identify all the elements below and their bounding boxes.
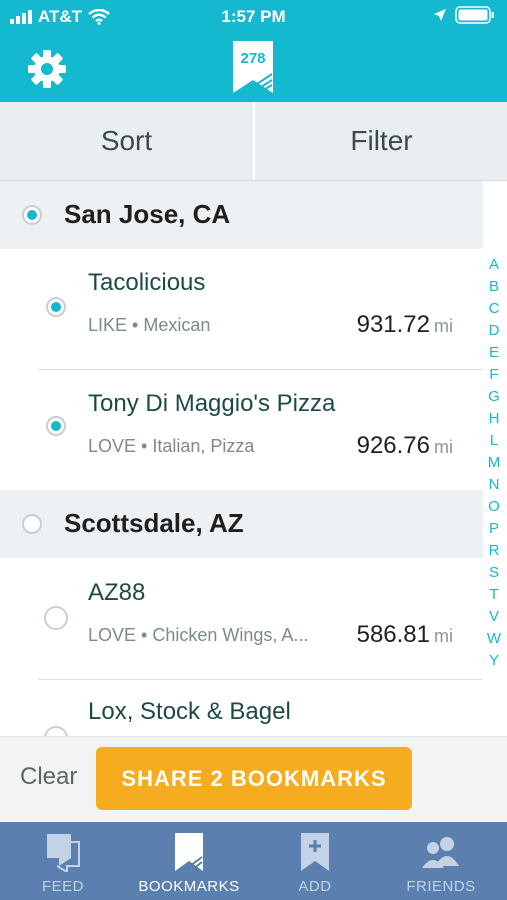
index-letter[interactable]: S [485,562,503,584]
index-letter[interactable]: B [485,276,503,298]
sort-filter-bar: Sort Filter [0,102,507,181]
alphabet-index[interactable]: ABCDEFGHLMNOPRSTVWY [485,254,503,672]
distance-value: 586.81 [356,621,430,648]
tab-label: BOOKMARKS [138,878,240,895]
bookmark-icon [175,833,203,871]
tab-label: ADD [298,878,332,895]
index-letter[interactable]: W [485,628,503,650]
section-title: San Jose, CA [64,199,231,229]
index-letter[interactable]: N [485,474,503,496]
item-radio[interactable] [44,726,68,736]
index-letter[interactable]: L [485,430,503,452]
index-letter[interactable]: V [485,606,503,628]
item-name: Tacolicious [88,269,206,296]
section-radio[interactable] [22,514,42,534]
index-letter[interactable]: D [485,320,503,342]
feed-icon [47,834,80,872]
tab-feed[interactable]: FEED [0,822,126,900]
status-time: 1:57 PM [221,7,286,26]
sort-button[interactable]: Sort [0,102,253,180]
item-radio[interactable] [46,297,66,317]
status-right [433,6,495,24]
item-name: Lox, Stock & Bagel [88,698,291,725]
battery-icon [455,6,494,24]
index-letter[interactable]: R [485,540,503,562]
index-letter[interactable]: M [485,452,503,474]
tab-bar: FEED BOOKMARKS ADD FRIENDS [0,822,507,900]
item-distance: 586.81 mi [357,621,453,649]
item-radio[interactable] [44,606,68,630]
section-radio[interactable] [22,205,42,225]
settings-gear-icon[interactable] [26,48,68,90]
index-letter[interactable]: C [485,298,503,320]
distance-value: 931.72 [356,311,430,338]
tab-add[interactable]: ADD [252,822,378,900]
index-letter[interactable]: T [485,584,503,606]
list-item[interactable]: Lox, Stock & Bagel [0,680,483,736]
item-subtitle: LOVE • Chicken Wings, A... [88,625,309,645]
friends-icon [422,837,459,868]
filter-button[interactable]: Filter [255,102,507,180]
tab-label: FRIENDS [406,878,476,895]
status-bar: AT&T 1:57 PM [0,0,507,36]
section-header[interactable]: San Jose, CA [0,181,483,249]
tab-friends[interactable]: FRIENDS [378,822,504,900]
item-distance: 926.76 mi [357,432,453,460]
clear-button[interactable]: Clear [20,763,77,791]
logo-number: 278 [240,50,266,67]
index-letter[interactable]: H [485,408,503,430]
list-item[interactable]: AZ88 LOVE • Chicken Wings, A... 586.81 mi [0,559,483,679]
app-logo: 278 [232,40,274,94]
tab-label: FEED [41,878,84,895]
index-letter[interactable]: O [485,496,503,518]
item-subtitle: LIKE • Mexican [88,315,211,335]
section-title: Scottsdale, AZ [64,508,244,538]
list-item[interactable]: Tacolicious LIKE • Mexican 931.72 mi [0,249,483,369]
item-name: Tony Di Maggio's Pizza [88,390,336,417]
item-name: AZ88 [88,579,146,606]
tab-bookmarks[interactable]: BOOKMARKS [126,822,252,900]
distance-unit: mi [434,626,453,646]
index-letter[interactable]: Y [485,650,503,672]
index-letter[interactable]: A [485,254,503,276]
add-icon [301,833,329,871]
bookmark-list[interactable]: San Jose, CA Tacolicious LIKE • Mexican … [0,181,507,736]
index-letter[interactable]: F [485,364,503,386]
index-letter[interactable]: G [485,386,503,408]
section-header[interactable]: Scottsdale, AZ [0,490,483,558]
distance-unit: mi [434,437,453,457]
list-item[interactable]: Tony Di Maggio's Pizza LOVE • Italian, P… [0,370,483,490]
item-radio[interactable] [46,416,66,436]
logo-bookmark-icon [233,41,273,93]
distance-unit: mi [434,316,453,336]
share-bookmarks-button[interactable]: SHARE 2 BOOKMARKS [96,747,412,810]
index-letter[interactable]: E [485,342,503,364]
index-letter[interactable]: P [485,518,503,540]
item-subtitle: LOVE • Italian, Pizza [88,436,255,456]
distance-value: 926.76 [356,432,430,459]
location-arrow-icon [434,9,446,21]
app-header: AT&T 1:57 PM 278 [0,0,507,102]
item-distance: 931.72 mi [357,311,453,339]
action-bar: Clear SHARE 2 BOOKMARKS [0,736,507,823]
